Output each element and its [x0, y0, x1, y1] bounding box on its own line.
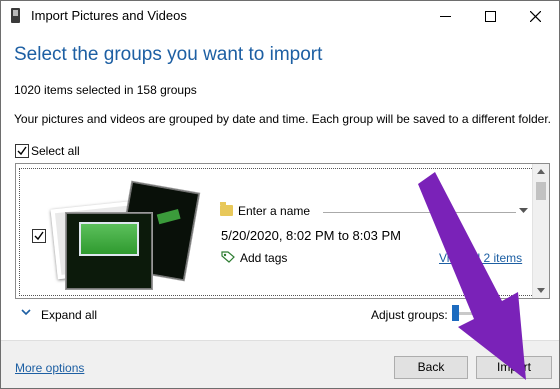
close-icon — [530, 11, 541, 22]
group-checkbox[interactable] — [32, 229, 46, 243]
title-bar: Import Pictures and Videos — [1, 1, 559, 31]
dialog-footer: More options Back Import — [1, 340, 559, 388]
photo-thumbnail — [66, 213, 152, 289]
folder-icon — [220, 202, 233, 216]
group-name-field[interactable]: Enter a name — [238, 204, 310, 218]
expand-all-button[interactable]: Expand all — [41, 308, 97, 322]
adjust-groups-slider-thumb[interactable] — [452, 305, 459, 321]
checkmark-icon — [17, 146, 27, 156]
chevron-down-icon[interactable] — [21, 308, 31, 316]
adjust-groups-slider[interactable] — [454, 312, 514, 315]
adjust-groups-label: Adjust groups: — [371, 308, 448, 322]
checkmark-icon — [34, 231, 44, 241]
maximize-icon — [485, 11, 496, 22]
page-heading: Select the groups you want to import — [14, 44, 323, 65]
select-all-checkbox[interactable] — [15, 144, 29, 158]
close-button[interactable] — [513, 1, 558, 31]
grouping-description: Your pictures and videos are grouped by … — [14, 112, 552, 126]
import-button[interactable]: Import — [476, 356, 552, 379]
group-date-range: 5/20/2020, 8:02 PM to 8:03 PM — [221, 228, 401, 243]
more-options-link[interactable]: More options — [15, 361, 84, 375]
vertical-scrollbar[interactable] — [532, 164, 549, 298]
maximize-button[interactable] — [468, 1, 513, 31]
scroll-down-icon[interactable] — [537, 288, 545, 293]
back-button[interactable]: Back — [394, 356, 468, 379]
scroll-up-icon[interactable] — [537, 169, 545, 174]
selection-count: 1020 items selected in 158 groups — [14, 83, 197, 97]
add-tags-link[interactable]: Add tags — [240, 251, 287, 265]
minimize-button[interactable] — [423, 1, 468, 31]
name-field-underline — [323, 212, 516, 213]
group-thumbnail-stack[interactable] — [50, 181, 200, 289]
scrollbar-thumb[interactable] — [536, 182, 546, 200]
group-item[interactable]: Enter a name 5/20/2020, 8:02 PM to 8:03 … — [19, 168, 534, 296]
import-dialog: Import Pictures and Videos Select the gr… — [0, 0, 560, 389]
window-title: Import Pictures and Videos — [31, 8, 187, 23]
minimize-icon — [440, 16, 451, 17]
view-all-items-link[interactable]: View all 2 items — [439, 251, 522, 265]
group-list: Enter a name 5/20/2020, 8:02 PM to 8:03 … — [15, 163, 550, 299]
chevron-down-icon[interactable] — [519, 208, 528, 214]
phone-icon — [11, 8, 20, 23]
select-all-label[interactable]: Select all — [31, 144, 80, 158]
tag-icon — [221, 251, 235, 263]
